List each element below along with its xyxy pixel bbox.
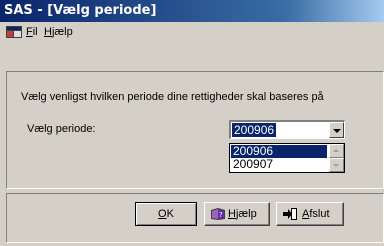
ok-accel: O (158, 208, 167, 220)
menu-help[interactable]: Hjælp (44, 26, 73, 38)
instruction-text: Vælg venligst hvilken periode dine retti… (21, 91, 324, 103)
help-accel: H (228, 208, 236, 220)
ok-button[interactable]: OK (135, 202, 197, 226)
period-combobox-value: 200906 (232, 123, 277, 137)
period-combobox[interactable]: 200906 (229, 120, 345, 139)
ok-button-label: OK (158, 208, 174, 220)
help-book-icon: ? (211, 208, 225, 220)
exit-button-label: Afslut (302, 208, 330, 220)
help-rest: jælp (235, 208, 257, 220)
scroll-up-button[interactable] (329, 144, 344, 158)
scroll-up-icon (333, 149, 339, 152)
ok-rest: K (166, 208, 174, 220)
menu-bar: Fil Hjælp (0, 22, 384, 42)
dropdown-button[interactable] (329, 122, 344, 138)
app-icon[interactable] (6, 25, 22, 39)
svg-text:?: ? (219, 211, 223, 219)
help-button-label: Hjælp (228, 208, 257, 220)
menu-help-rest: jælp (51, 26, 73, 38)
dropdown-arrow-icon (333, 129, 341, 133)
app-window: SAS - [Vælg periode] Fil Hjælp Vælg venl… (0, 0, 384, 246)
period-dropdown-list[interactable]: 200906 200907 (229, 143, 345, 173)
help-button[interactable]: ? Hjælp (204, 202, 270, 226)
scroll-down-icon (333, 164, 339, 167)
exit-button[interactable]: Afslut (276, 202, 344, 226)
period-label: Vælg periode: (27, 123, 96, 135)
exit-door-icon (283, 208, 297, 220)
exit-rest: fslut (309, 208, 330, 220)
title-bar[interactable]: SAS - [Vælg periode] (0, 0, 384, 22)
menu-file-rest: il (32, 26, 38, 38)
period-option[interactable]: 200907 (231, 158, 327, 171)
dropdown-scrollbar[interactable] (329, 144, 344, 172)
menu-file[interactable]: Fil (26, 26, 38, 38)
scroll-down-button[interactable] (329, 158, 344, 172)
menu-help-accel: H (44, 26, 52, 38)
window-title: SAS - [Vælg periode] (4, 3, 157, 18)
menu-file-accel: F (26, 26, 33, 38)
